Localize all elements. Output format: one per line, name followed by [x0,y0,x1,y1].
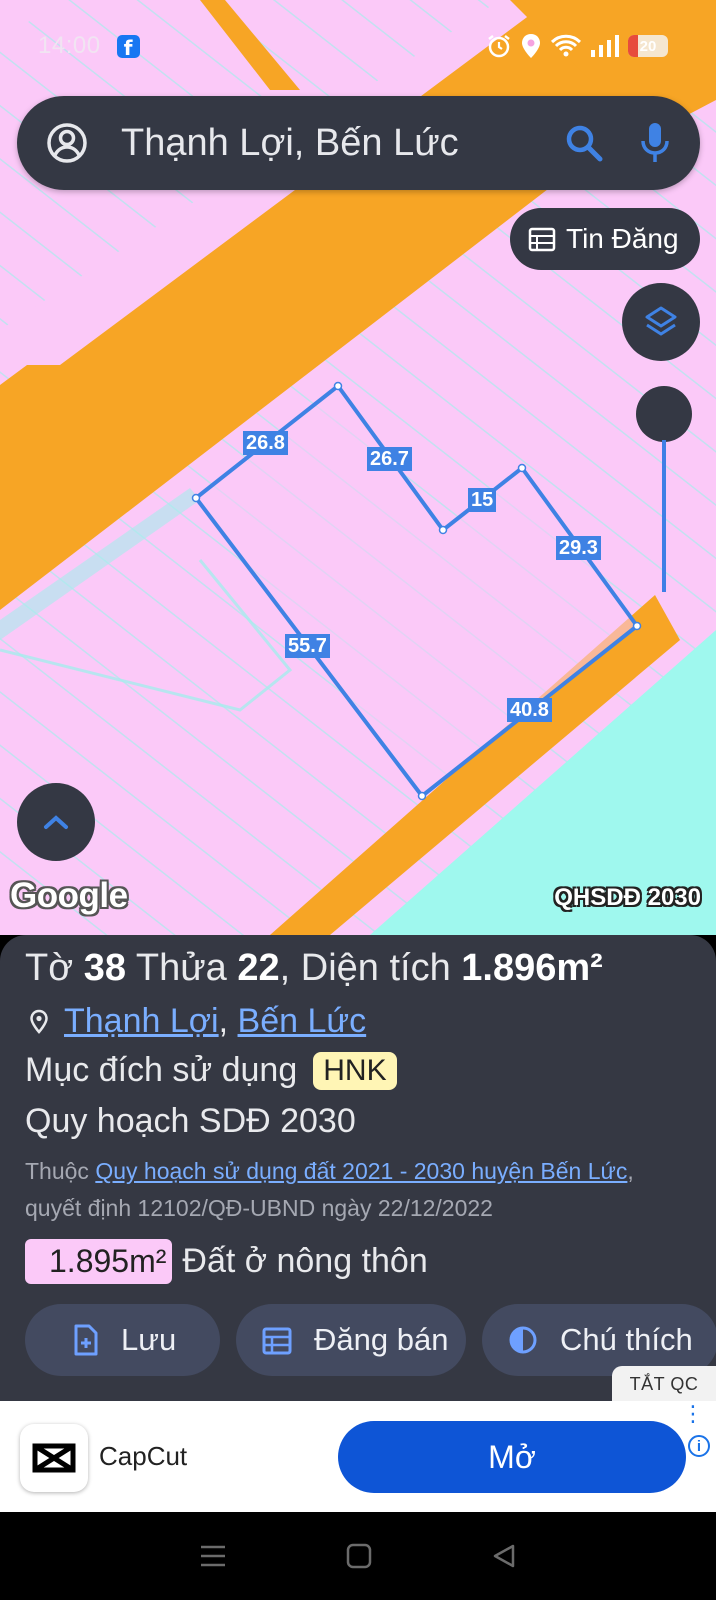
edge-label-4: 29.3 [556,536,601,560]
ad-info-icon[interactable]: i [688,1435,710,1457]
layers-button[interactable] [622,283,700,361]
search-bar[interactable]: Thạnh Lợi, Bến Lức [17,96,700,190]
google-logo: Google [10,876,128,915]
district-link[interactable]: Bến Lức [238,1002,367,1041]
map-layer-label: QHSDĐ 2030 [554,884,701,911]
parcel-location: Thạnh Lợi, Bến Lức [25,1002,716,1041]
ad-banner[interactable]: CapCut Mở ⋮ i [0,1401,716,1512]
alarm-icon [488,35,510,58]
zone-area-chip: 1.895m² [25,1239,173,1284]
calendar-icon [528,227,556,252]
facebook-icon: f [116,34,140,58]
search-icon[interactable] [564,123,604,163]
save-button[interactable]: Lưu [25,1304,220,1376]
parcel-info-sheet: Tờ 38 Thửa 22, Diện tích 1.896m² Thạnh L… [0,935,716,1401]
expand-up-button[interactable] [17,783,95,861]
calendar-icon [262,1327,292,1355]
location-icon [522,34,540,58]
edge-label-6: 40.8 [507,698,552,722]
battery-icon: 20 [628,35,668,57]
hide-ads-button[interactable]: TẮT QC [612,1366,716,1402]
land-use-code-badge: HNK [313,1051,397,1090]
status-bar: 14:00 f 20 [38,28,668,64]
layers-icon [645,306,677,336]
land-use-purpose: Mục đích sử dụng HNK [25,1051,716,1090]
plan-decision: quyết định 12102/QĐ-UBND ngày 22/12/2022 [25,1195,493,1221]
edge-label-5: 55.7 [285,634,330,658]
system-nav-bar [0,1512,716,1600]
plan-reference: Thuộc Quy hoạch sử dụng đất 2021 - 2030 … [25,1158,634,1221]
edge-label-2: 26.7 [367,447,412,471]
parcel-title: Tờ 38 Thửa 22, Diện tích 1.896m² [25,947,603,989]
menu-icon[interactable] [199,1544,227,1568]
tin-dang-label: Tin Đăng [566,223,679,254]
capcut-icon [32,1443,76,1473]
tin-dang-button[interactable]: Tin Đăng [510,208,700,270]
search-input[interactable]: Thạnh Lợi, Bến Lức [121,122,564,165]
ad-open-button[interactable]: Mở [338,1421,686,1493]
microphone-icon[interactable] [638,121,672,165]
wifi-icon [550,34,582,57]
signal-icon [591,35,619,57]
plan-document-link[interactable]: Quy hoạch sử dụng đất 2021 - 2030 huyện … [95,1158,627,1184]
edge-label-3: 15 [468,488,497,512]
opacity-slider-track[interactable] [662,440,666,592]
map-view[interactable]: 26.8 26.7 15 29.3 55.7 40.8 14:00 f 20 T… [0,0,716,935]
post-sale-button[interactable]: Đăng bán [236,1304,466,1376]
ad-menu-icon[interactable]: ⋮ [682,1403,704,1425]
chevron-up-icon [44,815,68,829]
ad-app-name[interactable]: CapCut [99,1441,187,1472]
opacity-slider-handle[interactable] [636,386,692,442]
account-icon[interactable] [45,121,89,165]
capcut-logo[interactable] [20,1424,88,1492]
contrast-icon [509,1326,537,1354]
plan-title: Quy hoạch SDĐ 2030 [25,1102,356,1140]
zone-type: Đất ở nông thôn [182,1242,428,1280]
location-pin-icon [30,1009,48,1034]
action-buttons: Lưu Đăng bán Chú thích [25,1304,716,1376]
status-time: 14:00 [38,32,101,59]
back-icon[interactable] [491,1543,517,1569]
home-icon[interactable] [346,1543,372,1569]
commune-link[interactable]: Thạnh Lợi [64,1002,219,1041]
edge-label-1: 26.8 [243,431,288,455]
file-add-icon [74,1324,98,1356]
zone-row: 1.895m² Đất ở nông thôn [25,1239,716,1284]
status-icons: 20 [486,33,668,59]
